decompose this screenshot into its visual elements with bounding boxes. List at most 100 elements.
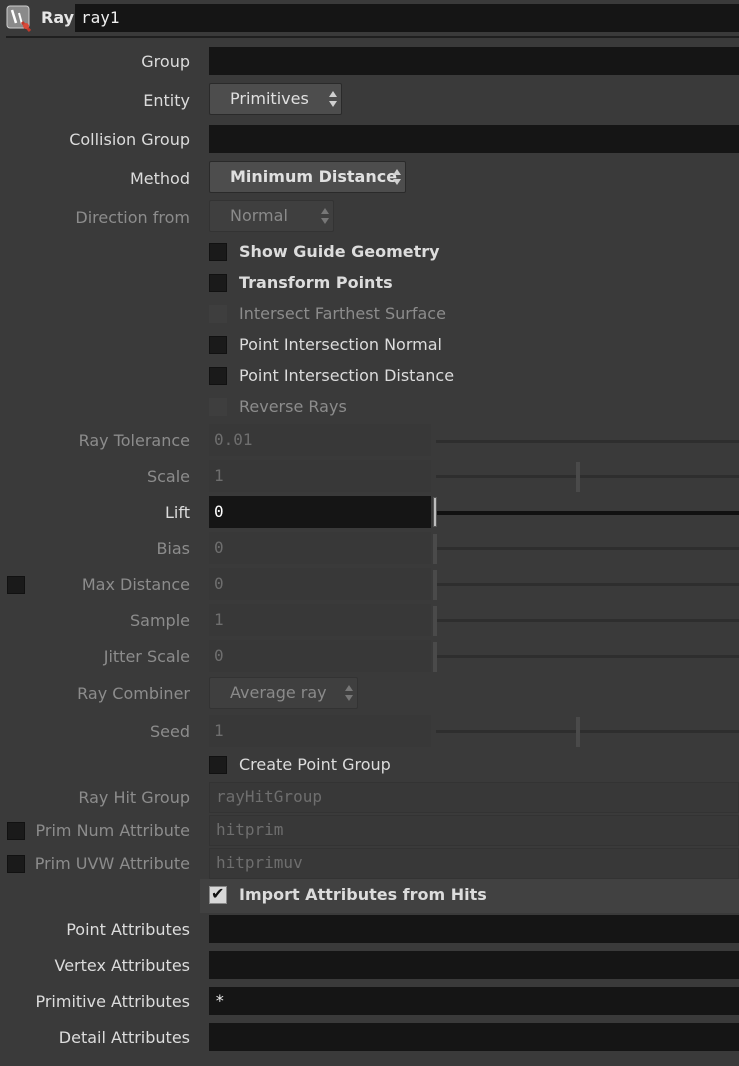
reverse-rays-checkbox[interactable] [209, 398, 227, 416]
point-attributes-input[interactable] [209, 915, 739, 943]
prim-num-attribute-input[interactable]: hitprim [209, 815, 739, 846]
node-header: Ray ray1 [0, 0, 739, 36]
prim-uvw-attribute-checkbox[interactable] [7, 855, 25, 873]
method-row: Method Minimum Distance [0, 161, 739, 195]
detail-attributes-input[interactable] [209, 1023, 739, 1051]
lift-row: Lift 0 [0, 496, 739, 530]
ray-tolerance-input[interactable]: 0.01 [209, 424, 431, 456]
ray-hit-group-input[interactable]: rayHitGroup [209, 782, 739, 813]
entity-row: Entity Primitives [0, 83, 739, 117]
entity-menu[interactable]: Primitives [209, 83, 342, 115]
show-guide-checkbox[interactable] [209, 243, 227, 261]
jitter-scale-input[interactable]: 0 [209, 640, 431, 672]
seed-label: Seed [150, 722, 190, 741]
transform-points-label: Transform Points [239, 273, 393, 292]
prim-uvw-attribute-label: Prim UVW Attribute [34, 854, 190, 873]
point-distance-label: Point Intersection Distance [239, 366, 455, 385]
primitive-attributes-label: Primitive Attributes [35, 992, 190, 1011]
point-distance-checkbox[interactable] [209, 367, 227, 385]
jitter-scale-slider-handle[interactable] [433, 642, 437, 672]
header-divider [6, 36, 739, 38]
primitive-attributes-row: Primitive Attributes * [0, 986, 739, 1016]
point-normal-checkbox[interactable] [209, 336, 227, 354]
jitter-scale-slider[interactable] [436, 655, 739, 658]
detail-attributes-label: Detail Attributes [58, 1028, 190, 1047]
lift-slider[interactable] [436, 511, 739, 515]
prim-num-attribute-checkbox[interactable] [7, 822, 25, 840]
sample-slider-handle[interactable] [433, 606, 437, 636]
method-label: Method [129, 169, 190, 188]
vertex-attributes-label: Vertex Attributes [54, 956, 191, 975]
method-menu[interactable]: Minimum Distance [209, 161, 406, 193]
lift-input[interactable]: 0 [209, 496, 431, 528]
lift-slider-handle[interactable] [433, 497, 437, 527]
seed-slider[interactable] [436, 730, 739, 733]
vertex-attributes-input[interactable] [209, 951, 739, 979]
bias-slider[interactable] [436, 547, 739, 550]
jitter-scale-label: Jitter Scale [103, 647, 190, 666]
vertex-attributes-row: Vertex Attributes [0, 950, 739, 980]
show-guide-label: Show Guide Geometry [239, 242, 440, 261]
max-distance-input[interactable]: 0 [209, 568, 431, 600]
node-type-label: Ray [41, 8, 75, 27]
ray-tolerance-label: Ray Tolerance [78, 431, 190, 450]
ray-combiner-row: Ray Combiner Average ray [0, 677, 739, 711]
node-name-field[interactable]: ray1 [75, 4, 739, 32]
create-point-group-checkbox[interactable] [209, 756, 227, 774]
sample-label: Sample [130, 611, 190, 630]
point-normal-label: Point Intersection Normal [239, 335, 442, 354]
bias-label: Bias [156, 539, 190, 558]
scale-slider-handle[interactable] [576, 462, 580, 492]
seed-slider-handle[interactable] [576, 717, 580, 747]
bias-input[interactable]: 0 [209, 532, 431, 564]
prim-uvw-attribute-row: Prim UVW Attribute hitprimuv [0, 848, 739, 880]
sample-row: Sample 1 [0, 604, 739, 638]
method-menu-value: Minimum Distance [230, 167, 398, 186]
direction-from-menu-value: Normal [230, 206, 288, 225]
ray-tolerance-row: Ray Tolerance 0.01 [0, 424, 739, 458]
menu-arrows-icon [321, 208, 329, 224]
scale-label: Scale [146, 467, 190, 486]
bias-row: Bias 0 [0, 532, 739, 566]
group-input[interactable] [209, 47, 739, 75]
direction-from-label: Direction from [75, 208, 190, 227]
ray-hit-group-label: Ray Hit Group [78, 788, 190, 807]
detail-attributes-row: Detail Attributes [0, 1022, 739, 1052]
group-label: Group [141, 52, 190, 71]
scale-row: Scale 1 [0, 460, 739, 494]
scale-input[interactable]: 1 [209, 460, 431, 492]
scale-slider[interactable] [436, 475, 739, 478]
sample-slider[interactable] [436, 619, 739, 622]
collision-group-input[interactable] [209, 125, 739, 153]
direction-from-row: Direction from Normal [0, 200, 739, 234]
entity-label: Entity [143, 91, 190, 110]
max-distance-enable-checkbox[interactable] [7, 576, 25, 594]
ray-combiner-menu[interactable]: Average ray [209, 677, 358, 709]
collision-group-row: Collision Group [0, 124, 739, 154]
point-attributes-label: Point Attributes [66, 920, 190, 939]
max-distance-row: Max Distance 0 [0, 568, 739, 602]
seed-input[interactable]: 1 [209, 715, 431, 747]
intersect-farthest-label: Intersect Farthest Surface [239, 304, 446, 323]
collision-group-label: Collision Group [69, 130, 190, 149]
group-row: Group [0, 46, 739, 76]
import-attributes-checkbox[interactable]: ✔ [209, 884, 227, 904]
direction-from-menu[interactable]: Normal [209, 200, 334, 232]
menu-arrows-icon [329, 91, 337, 107]
transform-points-checkbox[interactable] [209, 274, 227, 292]
jitter-scale-row: Jitter Scale 0 [0, 640, 739, 674]
prim-num-attribute-label: Prim Num Attribute [35, 821, 191, 840]
ray-node-icon [6, 5, 32, 32]
max-distance-slider[interactable] [436, 583, 739, 586]
bias-slider-handle[interactable] [433, 534, 437, 564]
sample-input[interactable]: 1 [209, 604, 431, 636]
reverse-rays-label: Reverse Rays [239, 397, 347, 416]
create-point-group-label: Create Point Group [239, 755, 391, 774]
prim-uvw-attribute-input[interactable]: hitprimuv [209, 848, 739, 879]
intersect-farthest-checkbox[interactable] [209, 305, 227, 323]
max-distance-slider-handle[interactable] [433, 570, 437, 600]
menu-arrows-icon [345, 685, 353, 701]
ray-tolerance-slider[interactable] [436, 440, 739, 443]
primitive-attributes-input[interactable]: * [209, 987, 739, 1015]
lift-label: Lift [165, 503, 190, 522]
